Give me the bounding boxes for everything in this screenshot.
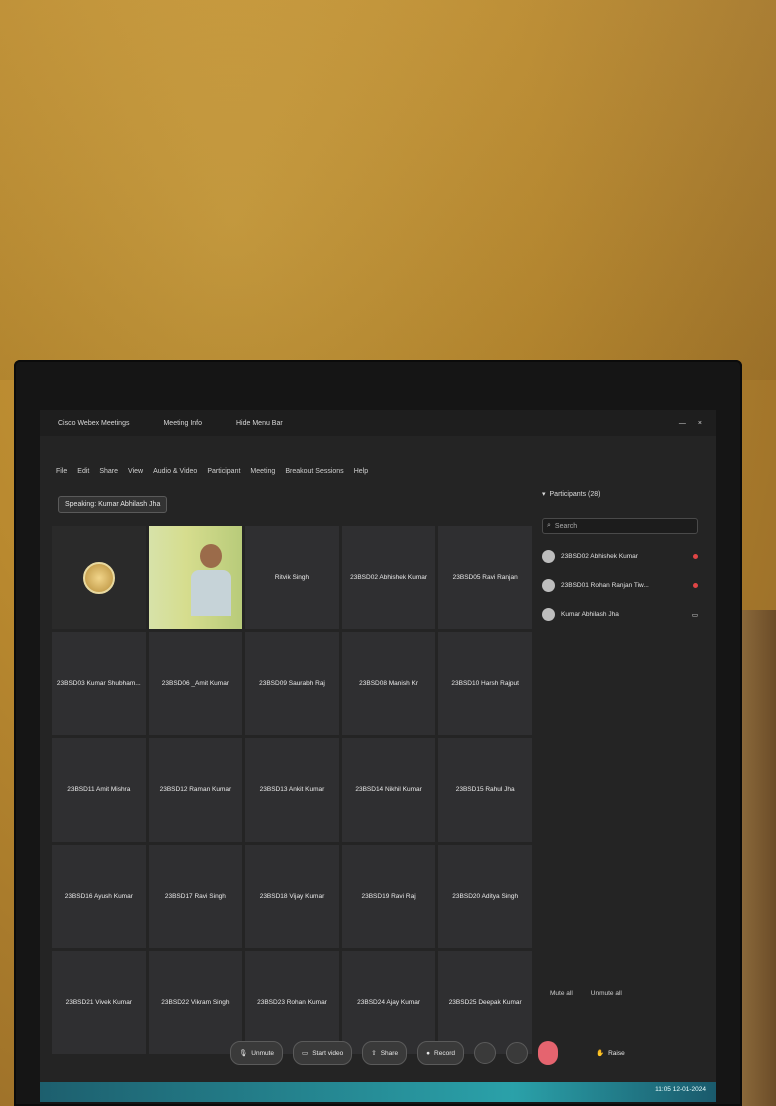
leave-meeting-button[interactable]	[537, 1041, 558, 1065]
participant-name: Kumar Abhilash Jha	[561, 611, 619, 618]
raise-hand-button[interactable]: ✋ Raise	[595, 1049, 625, 1058]
monitor-screen: Cisco Webex Meetings Meeting Info Hide M…	[40, 410, 716, 1102]
video-tile[interactable]: Ritvik Singh	[245, 526, 339, 630]
app-title: Cisco Webex Meetings	[58, 419, 130, 427]
avatar	[542, 550, 555, 563]
video-tile[interactable]: 23BSD18 Vijay Kumar	[245, 844, 339, 948]
menu-item[interactable]: File	[56, 468, 67, 475]
video-tile[interactable]: 23BSD17 Ravi Singh	[148, 844, 243, 948]
wall-background	[0, 0, 776, 380]
participant-row[interactable]: 23BSD02 Abhishek Kumar	[542, 550, 698, 563]
video-tile[interactable]: 23BSD16 Ayush Kumar	[52, 844, 146, 948]
participant-row[interactable]: Kumar Abhilash Jha ▭	[542, 608, 698, 621]
avatar	[542, 608, 555, 621]
person-video-feed	[190, 544, 231, 616]
muted-icon	[693, 583, 698, 588]
muted-icon	[693, 554, 698, 559]
video-tile[interactable]: 23BSD11 Amit Mishra	[52, 738, 146, 842]
participant-name: 23BSD02 Abhishek Kumar	[561, 553, 638, 560]
menu-item[interactable]: Breakout Sessions	[285, 468, 343, 475]
video-tile[interactable]: 23BSD19 Ravi Raj	[341, 844, 436, 948]
video-tile-logo[interactable]	[52, 526, 146, 630]
participants-panel: ▾ Participants (28) ⌕ Search 23BSD02 Abh…	[536, 470, 704, 1050]
video-tile[interactable]: 23BSD05 Ravi Ranjan	[438, 526, 532, 630]
hide-menu-button[interactable]: Hide Menu Bar	[236, 420, 283, 427]
video-tile[interactable]: 23BSD15 Rahul Jha	[438, 738, 532, 842]
menu-item[interactable]: Meeting	[250, 468, 275, 475]
meeting-controls: 🎙 Unmute ▭ Start video ⇧ Share ● Record …	[40, 1030, 716, 1076]
menu-item[interactable]: Help	[354, 468, 368, 475]
video-tile[interactable]: 23BSD09 Saurabh Raj	[245, 632, 339, 736]
participants-header[interactable]: ▾ Participants (28)	[542, 490, 704, 499]
video-tile[interactable]: 23BSD02 Abhishek Kumar	[341, 526, 436, 630]
unmute-all-button[interactable]: Unmute all	[591, 990, 622, 997]
search-icon: ⌕	[547, 522, 551, 529]
video-tile[interactable]: 23BSD03 Kumar Shubham...	[52, 632, 146, 736]
meeting-info-link[interactable]: Meeting Info	[163, 420, 202, 427]
menu-item[interactable]: Share	[99, 468, 118, 475]
video-tile[interactable]: 23BSD13 Ankit Kumar	[245, 738, 339, 842]
video-tile[interactable]: 23BSD08 Manish Kr	[341, 632, 436, 736]
camera-icon: ▭	[302, 1050, 309, 1057]
video-tile[interactable]: 23BSD06 _Amit Kumar	[148, 632, 243, 736]
menu-item[interactable]: View	[128, 468, 143, 475]
video-tile[interactable]: 23BSD20 Aditya Singh	[438, 844, 532, 948]
hand-icon: ✋	[595, 1050, 605, 1057]
side-furniture	[740, 610, 776, 1106]
share-button[interactable]: ⇧ Share	[362, 1041, 408, 1065]
video-tile[interactable]: 23BSD10 Harsh Rajput	[438, 632, 532, 736]
minimize-icon[interactable]: —	[679, 420, 686, 427]
close-icon[interactable]: ×	[698, 420, 702, 427]
more-options-button[interactable]	[505, 1042, 528, 1064]
menu-item[interactable]: Edit	[77, 468, 89, 475]
participant-row[interactable]: 23BSD01 Rohan Ranjan Tiw...	[542, 579, 698, 592]
share-icon: ⇧	[371, 1050, 377, 1057]
unmute-button[interactable]: 🎙 Unmute	[230, 1041, 284, 1065]
start-video-button[interactable]: ▭ Start video	[293, 1041, 353, 1065]
participants-footer: Mute all Unmute all	[536, 990, 716, 997]
chevron-down-icon: ▾	[542, 491, 546, 498]
mic-icon: 🎙	[239, 1050, 248, 1057]
taskbar-clock: 11:05 12-01-2024	[655, 1086, 706, 1093]
window-titlebar: Cisco Webex Meetings Meeting Info Hide M…	[40, 410, 716, 436]
video-tile[interactable]: 23BSD14 Nikhil Kumar	[341, 738, 436, 842]
menu-item[interactable]: Audio & Video	[153, 468, 197, 475]
menu-item[interactable]: Participant	[207, 468, 240, 475]
menu-bar: File Edit Share View Audio & Video Parti…	[40, 460, 546, 482]
reactions-button[interactable]	[473, 1042, 496, 1064]
mute-all-button[interactable]: Mute all	[550, 990, 573, 997]
video-tile[interactable]: 23BSD12 Raman Kumar	[148, 738, 243, 842]
speaking-indicator: Speaking: Kumar Abhilash Jha	[58, 496, 168, 513]
record-icon: ●	[426, 1049, 431, 1057]
participant-search-input[interactable]: ⌕ Search	[542, 518, 698, 534]
participants-title: Participants (28)	[549, 490, 601, 498]
video-icon: ▭	[691, 611, 698, 619]
window-controls: — ×	[679, 420, 702, 427]
participant-video-grid: Ritvik Singh 23BSD02 Abhishek Kumar 23BS…	[52, 526, 532, 1054]
participant-name: 23BSD01 Rohan Ranjan Tiw...	[561, 582, 649, 589]
os-taskbar: 11:05 12-01-2024	[40, 1082, 716, 1102]
video-tile-active[interactable]	[148, 526, 243, 630]
record-button[interactable]: ● Record	[417, 1041, 464, 1065]
logo-icon	[82, 561, 115, 594]
avatar	[542, 579, 555, 592]
